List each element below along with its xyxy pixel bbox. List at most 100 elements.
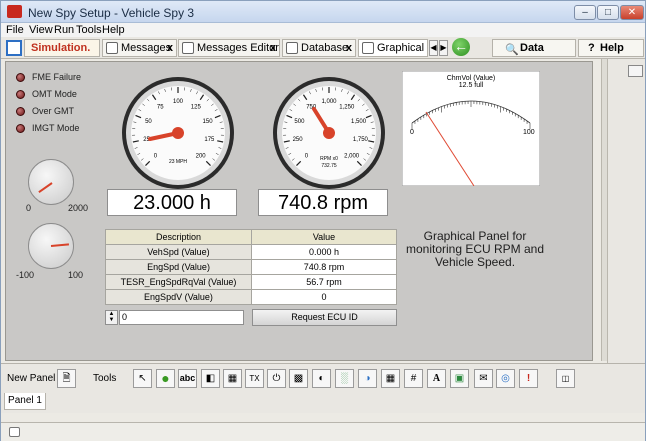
signal-table: Description Value VehSpd (Value) 0.000 h …: [105, 229, 397, 305]
rpm-tick-label: 1,000: [321, 99, 337, 105]
alert-tool-icon[interactable]: !: [519, 369, 538, 388]
right-panel: [607, 59, 645, 363]
film-tool-icon[interactable]: ▩: [289, 369, 308, 388]
graphical-panel-canvas[interactable]: FME Failure OMT Mode Over GMT IMGT Mode …: [5, 61, 593, 361]
window-title: New Spy Setup - Vehicle Spy 3: [28, 6, 195, 20]
tab-messages[interactable]: Messages x: [102, 39, 177, 57]
table-cell-value: 0.000 h: [251, 244, 397, 260]
globe-tool-icon[interactable]: ◎: [496, 369, 515, 388]
text-tool-icon[interactable]: abc: [178, 369, 197, 388]
close-tab-icon[interactable]: x: [167, 40, 173, 56]
spinner-arrows[interactable]: ▲ ▼: [105, 310, 118, 325]
image-tool-icon[interactable]: ▦: [223, 369, 242, 388]
tab-messages-editor[interactable]: Messages Editor x: [178, 39, 280, 57]
tab-graphical-label: Graphical P...: [377, 42, 427, 54]
column-header: Value: [251, 229, 397, 245]
magnifier-icon: 🔍: [505, 44, 519, 56]
bar-chart-tool-icon[interactable]: ░: [335, 369, 354, 388]
shape-tool-icon[interactable]: ◧: [201, 369, 220, 388]
envelope-tool-icon[interactable]: ✉: [474, 369, 493, 388]
spinner-input[interactable]: 0: [119, 310, 244, 325]
speedometer-gauge: 0255075100125150175200 23 MPH: [122, 77, 234, 189]
led-imgt-mode: [16, 124, 25, 133]
table-cell-value: 0: [251, 289, 397, 305]
led-label: FME Failure: [32, 72, 82, 82]
new-panel-icon[interactable]: 🗎: [57, 369, 76, 388]
status-camera-icon: [9, 427, 20, 437]
knob2-min: -100: [16, 270, 35, 280]
speed-tick-label: 150: [203, 119, 214, 125]
gauge-tool-icon[interactable]: ◐: [312, 369, 331, 388]
rpm-sub-value: 732.75: [321, 163, 337, 169]
led-over-gmt: [16, 107, 25, 116]
speed-unit-label: 23 MPH: [169, 159, 187, 165]
close-button[interactable]: ✕: [620, 5, 644, 20]
lock-icon[interactable]: ◫: [556, 369, 575, 388]
menu-tools[interactable]: Tools: [76, 24, 102, 36]
rpm-tick-label: 2,000: [344, 154, 360, 160]
help-label: Help: [600, 42, 624, 54]
knob-pointer: [38, 182, 53, 193]
meter-subtitle: 12.5 full: [459, 82, 484, 89]
speed-tick-label: 75: [157, 104, 164, 110]
led-label: IMGT Mode: [32, 123, 80, 133]
knob-pointer: [50, 243, 70, 247]
rpm-tick-label: 1,750: [353, 137, 369, 143]
tab-scroll-left[interactable]: ◀: [429, 40, 438, 56]
tx-tool-icon[interactable]: TX: [245, 369, 264, 388]
picture-tool-icon[interactable]: ▣: [450, 369, 469, 388]
tab-graphical-panels[interactable]: Graphical P...: [358, 39, 428, 57]
table-cell-value: 56.7 rpm: [251, 274, 397, 290]
led-tool-icon[interactable]: ●: [156, 369, 175, 388]
menu-run[interactable]: Run: [54, 24, 74, 36]
font-tool-icon[interactable]: A: [427, 369, 446, 388]
grid-tool-icon[interactable]: #: [404, 369, 423, 388]
tab-bar: Simulation. Messages x Messages Editor x D…: [1, 37, 645, 59]
speed-readout: 23.000 h: [107, 189, 237, 216]
table-row[interactable]: TESR_EngSpdRqVal (Value) 56.7 rpm: [105, 274, 397, 290]
knob-control-2[interactable]: [28, 223, 74, 269]
back-arrow-icon[interactable]: ←: [452, 38, 470, 56]
editor-icon: [182, 42, 194, 54]
data-button[interactable]: 🔍 Data: [492, 39, 576, 57]
table-header-row: Description Value: [105, 229, 397, 245]
tab-database[interactable]: Database x: [282, 39, 356, 57]
tab-simulation[interactable]: Simulation.: [24, 39, 100, 57]
table-row[interactable]: EngSpd (Value) 740.8 rpm: [105, 259, 397, 275]
request-ecu-id-button[interactable]: Request ECU ID: [252, 309, 397, 326]
led-label: Over GMT: [32, 106, 74, 116]
new-panel-label: New Panel: [7, 373, 56, 384]
table-tool-icon[interactable]: ▦: [381, 369, 400, 388]
tab-messages-editor-label: Messages Editor: [197, 42, 279, 54]
menu-help[interactable]: Help: [102, 24, 125, 36]
dial-tool-icon[interactable]: ◑: [358, 369, 377, 388]
title-bar: New Spy Setup - Vehicle Spy 3 – □ ✕: [1, 1, 645, 23]
close-tab-icon[interactable]: x: [346, 40, 352, 56]
rpm-tick-label: 250: [293, 137, 304, 143]
table-row[interactable]: VehSpd (Value) 0.000 h: [105, 244, 397, 260]
knob-control-1[interactable]: [28, 159, 74, 205]
tab-messages-label: Messages: [121, 42, 172, 54]
power-tool-icon[interactable]: ⏻: [267, 369, 286, 388]
tools-label: Tools: [93, 373, 117, 384]
menu-file[interactable]: File: [6, 24, 24, 36]
help-button[interactable]: ? Help: [578, 39, 644, 57]
question-icon: ?: [588, 42, 595, 54]
app-icon: [7, 5, 22, 18]
menu-view[interactable]: View: [29, 24, 53, 36]
speed-tick-label: 100: [173, 99, 184, 105]
pointer-tool-icon[interactable]: ↖: [133, 369, 152, 388]
knob1-min: 0: [26, 203, 32, 213]
camera-icon[interactable]: [628, 65, 643, 77]
led-fme-failure: [16, 73, 25, 82]
tab-scroll-right[interactable]: ▶: [439, 40, 448, 56]
maximize-button[interactable]: □: [597, 5, 619, 20]
close-tab-icon[interactable]: x: [270, 40, 276, 56]
graph-icon: [362, 42, 374, 54]
rpm-tick-label: 1,500: [351, 119, 367, 125]
table-row[interactable]: EngSpdV (Value) 0: [105, 289, 397, 305]
minimize-button[interactable]: –: [574, 5, 596, 20]
layout-icon[interactable]: [6, 40, 22, 56]
panel-tab[interactable]: Panel 1: [4, 393, 46, 410]
speed-tick-label: 175: [204, 137, 215, 143]
